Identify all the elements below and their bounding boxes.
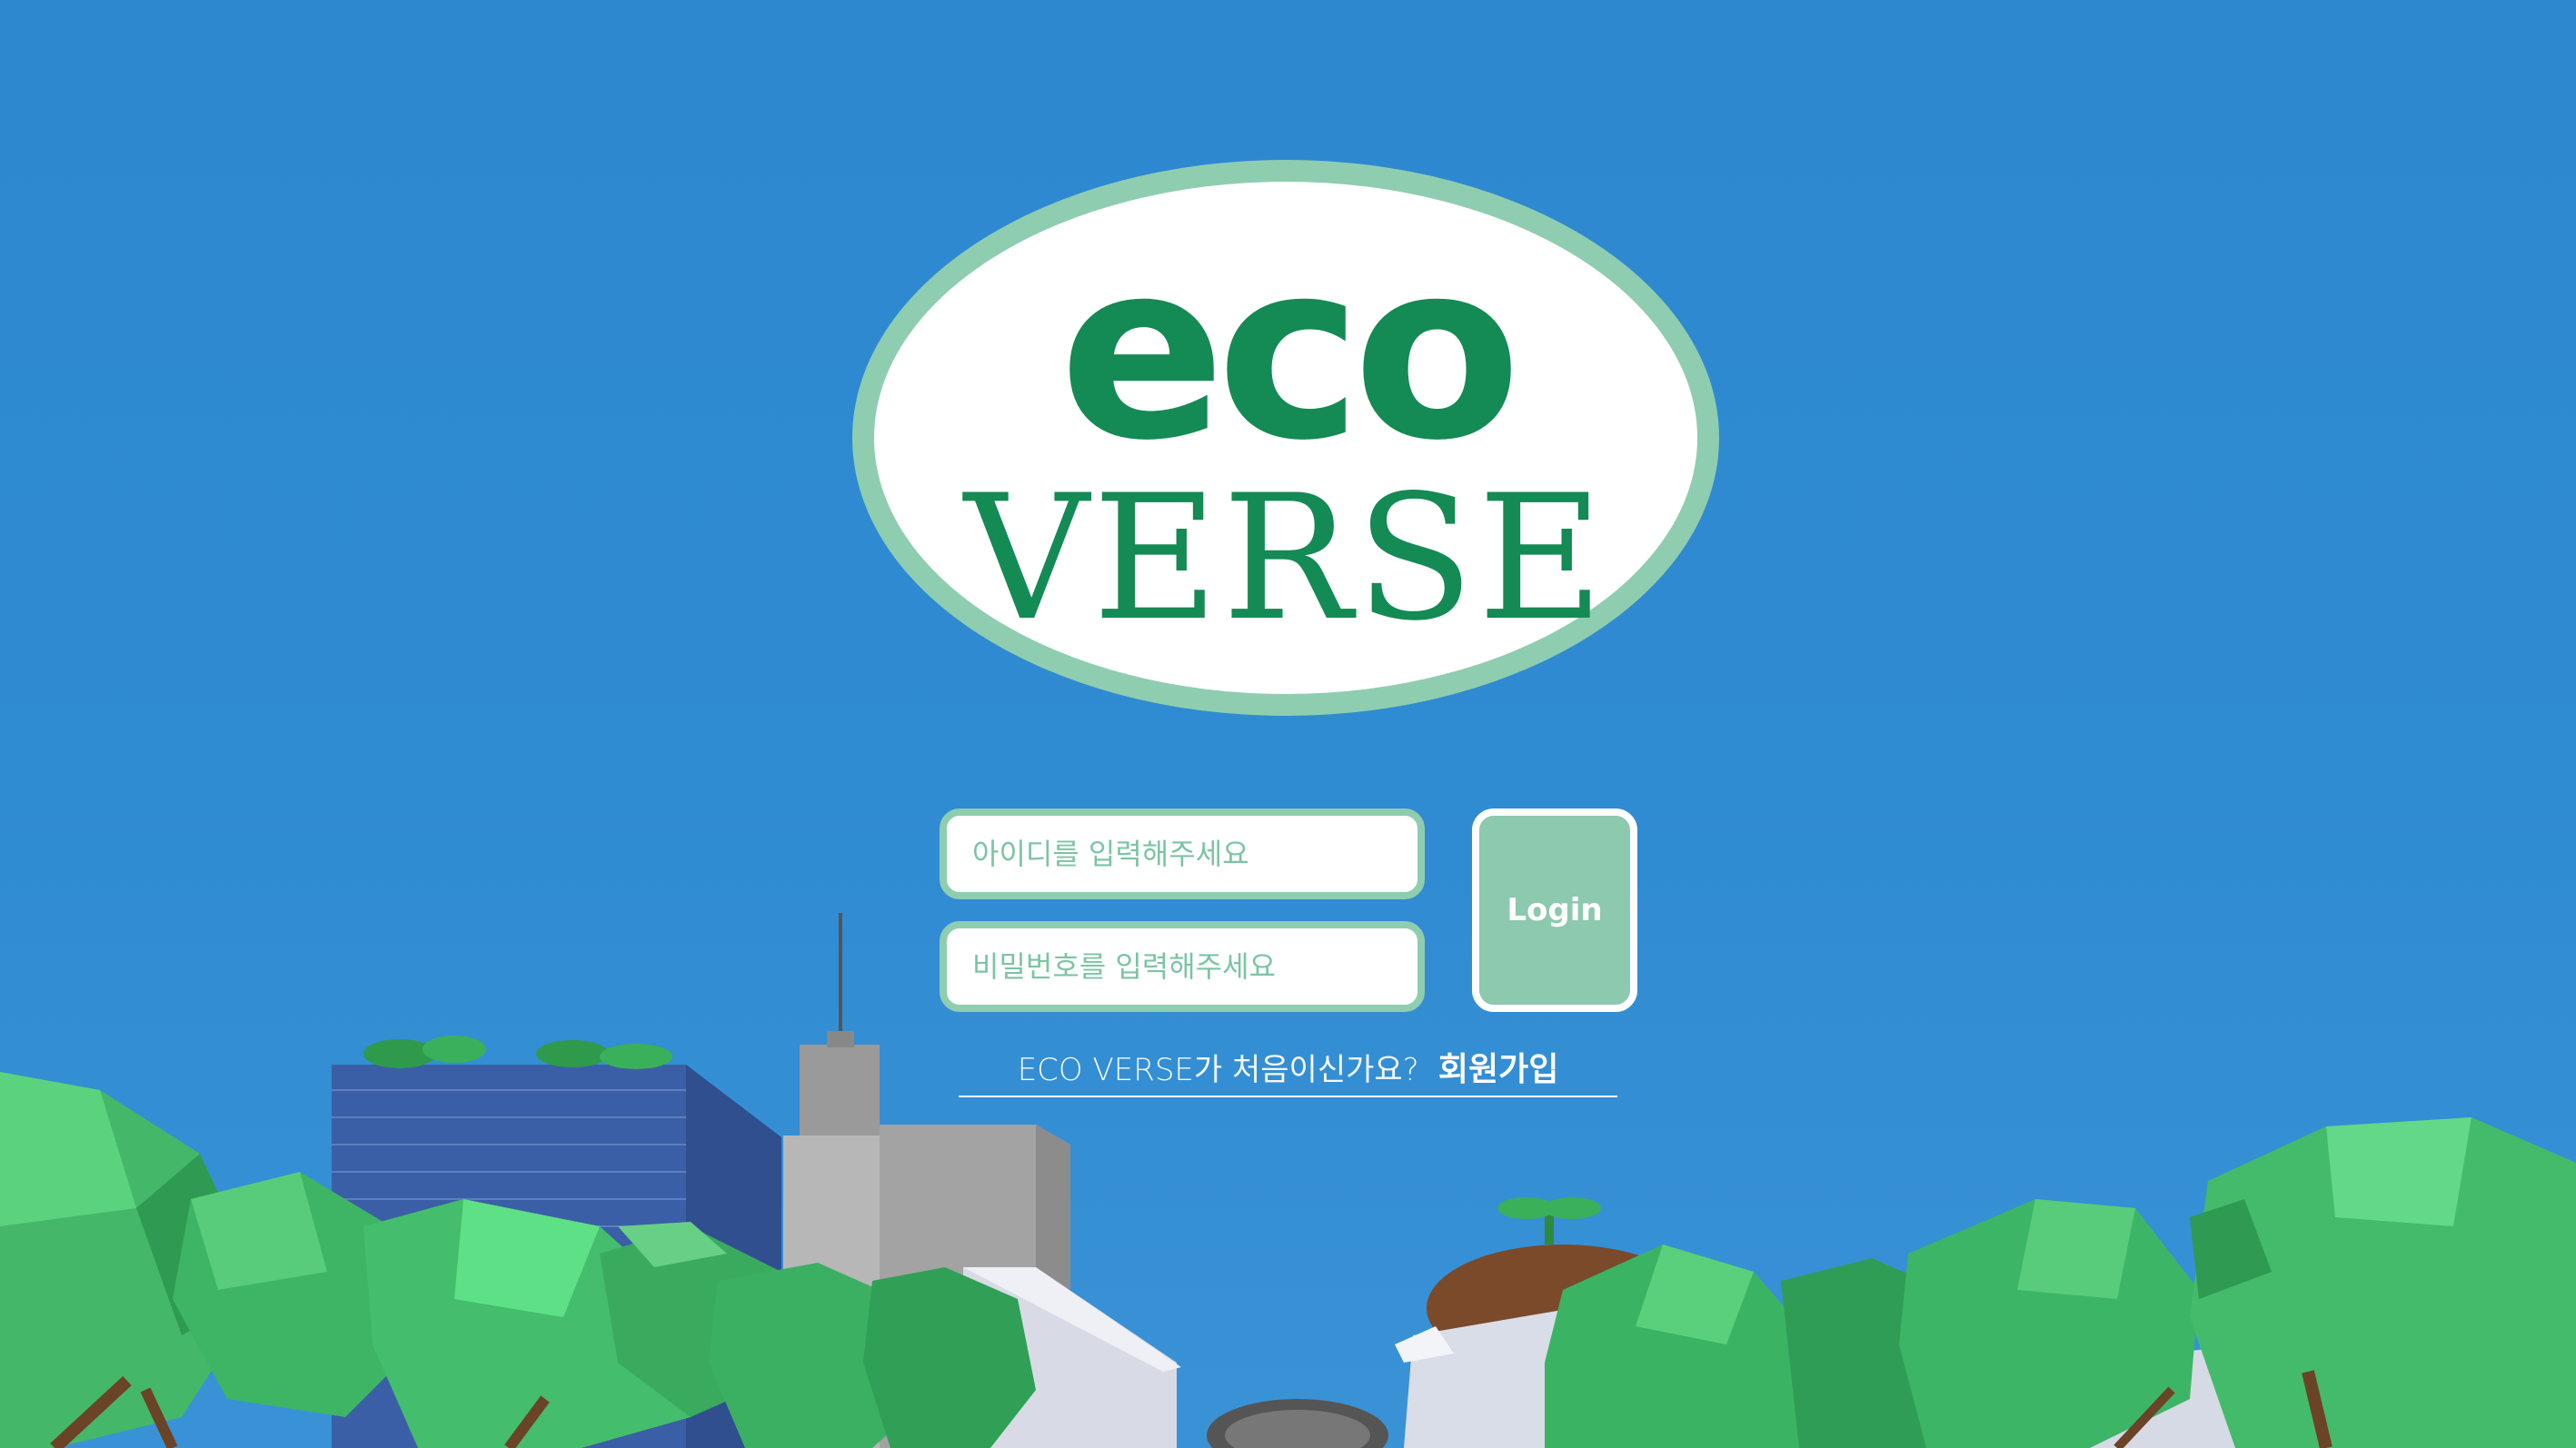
- signup-link[interactable]: 회원가입: [1438, 1051, 1558, 1088]
- trees-right: [1545, 1117, 2576, 1448]
- logo-eco-text: eco: [1059, 208, 1522, 494]
- username-input[interactable]: [940, 808, 1425, 899]
- signup-prompt-text: ECO VERSE가 처음이신가요?: [1017, 1052, 1419, 1088]
- password-input[interactable]: [940, 921, 1425, 1012]
- eco-verse-logo: eco VERSE: [852, 160, 1719, 716]
- stadium: [1207, 1399, 1388, 1448]
- login-button[interactable]: Login: [1472, 808, 1637, 1012]
- logo-verse-text: VERSE: [964, 458, 1607, 659]
- signup-prompt-row: ECO VERSE가 처음이신가요? 회원가입: [959, 1043, 1617, 1097]
